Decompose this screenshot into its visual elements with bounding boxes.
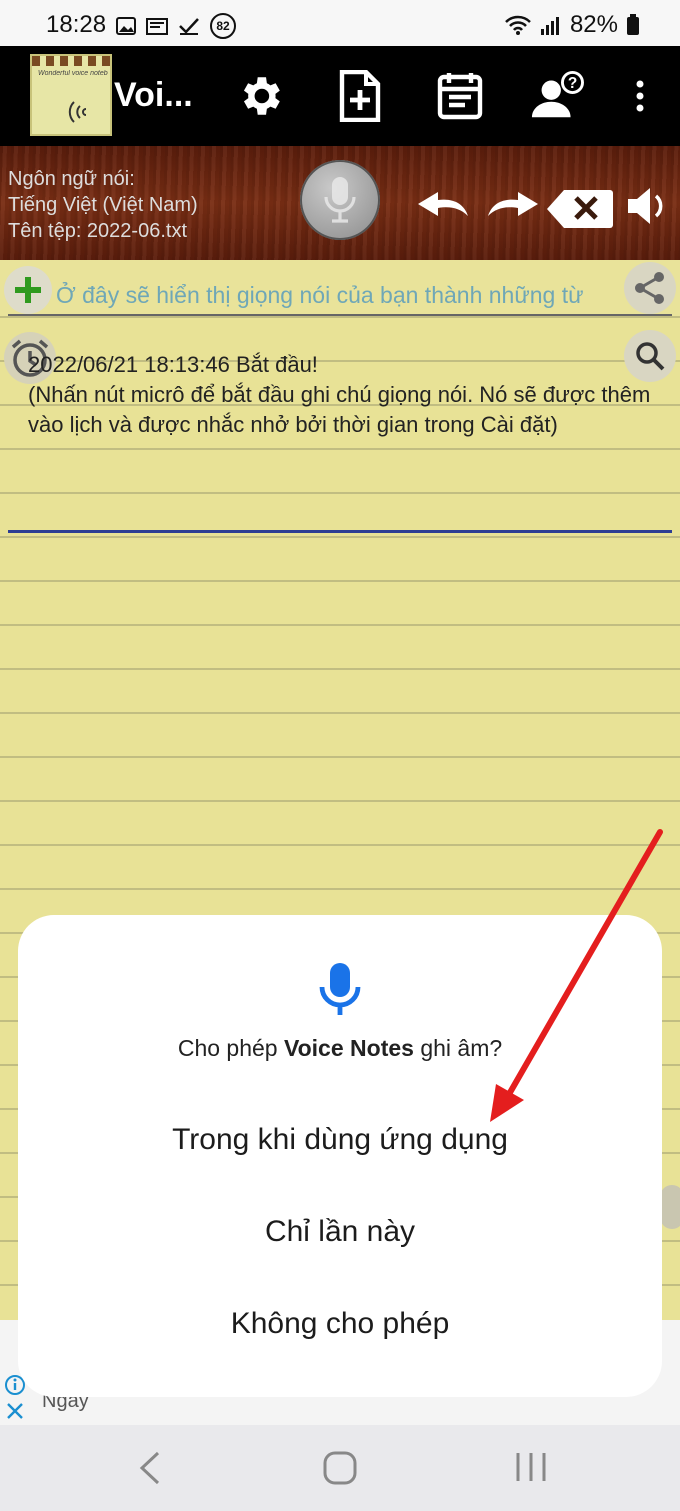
user-help-icon: ?	[531, 70, 584, 118]
redo-icon	[488, 192, 538, 216]
share-icon	[635, 272, 664, 304]
back-nav-icon[interactable]	[138, 1451, 162, 1485]
account-help-button[interactable]: ?	[530, 70, 586, 122]
wifi-icon	[505, 15, 531, 35]
app-title: Voi...	[114, 76, 193, 114]
speaker-button[interactable]	[626, 186, 668, 231]
undo-button[interactable]	[414, 182, 474, 227]
status-time: 18:28	[46, 11, 107, 38]
note-timestamp-line: 2022/06/21 18:13:46 Bắt đầu!	[28, 352, 318, 377]
note-divider	[8, 530, 672, 533]
ad-close-icon[interactable]	[6, 1402, 24, 1420]
app-notification-icon	[146, 18, 168, 35]
notification-count-badge: 82	[210, 13, 236, 39]
new-file-button[interactable]	[332, 70, 388, 122]
clear-button[interactable]	[546, 188, 614, 235]
spoken-language-label: Ngôn ngữ nói:	[8, 168, 135, 190]
voice-control-panel: Ngôn ngữ nói: Tiếng Việt (Việt Nam) Tên …	[0, 146, 680, 260]
microphone-icon	[324, 177, 356, 223]
settings-button[interactable]	[232, 70, 288, 122]
calendar-button[interactable]	[432, 70, 488, 122]
spoken-language-value: Tiếng Việt (Việt Nam)	[8, 194, 198, 216]
dialog-app-name: Voice Notes	[283, 1035, 414, 1061]
language-info[interactable]: Ngôn ngữ nói: Tiếng Việt (Việt Nam) Tên …	[8, 166, 198, 244]
backspace-icon	[547, 190, 613, 228]
gallery-icon	[116, 17, 136, 35]
record-mic-button[interactable]	[300, 160, 380, 240]
overflow-menu-button[interactable]	[614, 70, 666, 122]
battery-percent: 82%	[569, 11, 618, 38]
svg-text:?: ?	[568, 75, 577, 92]
app-logo-text: Wonderful voice notebook	[38, 70, 108, 77]
side-handle[interactable]	[660, 1185, 680, 1229]
allow-while-using-button[interactable]: Trong khi dùng ứng dụng	[18, 1123, 662, 1157]
undo-icon	[418, 192, 468, 216]
speech-input-row: Ở đây sẽ hiển thị giọng nói của bạn thàn…	[0, 260, 680, 316]
voice-waves-icon	[68, 101, 87, 123]
share-button[interactable]	[624, 262, 676, 314]
status-notification-icons: 82	[116, 13, 236, 39]
app-bar: Wonderful voice notebook Voi... ?	[0, 46, 680, 146]
add-file-icon	[339, 70, 381, 122]
calendar-icon	[437, 73, 483, 120]
home-nav-icon[interactable]	[322, 1450, 358, 1486]
redo-button[interactable]	[482, 182, 542, 227]
battery-icon	[627, 14, 639, 35]
permission-dialog: Cho phép Voice Notes ghi âm? Trong khi d…	[18, 915, 662, 1397]
recents-nav-icon[interactable]	[514, 1451, 548, 1483]
note-instructions: (Nhấn nút micrô để bắt đầu ghi chú giọng…	[28, 382, 651, 437]
add-button[interactable]	[4, 266, 52, 314]
file-name-label: Tên tệp: 2022-06.txt	[8, 220, 188, 242]
signal-icon	[540, 17, 559, 35]
speaker-icon	[628, 188, 663, 224]
plus-icon	[15, 277, 41, 303]
check-icon	[179, 18, 199, 35]
speech-text-field[interactable]: Ở đây sẽ hiển thị giọng nói của bạn thàn…	[56, 282, 616, 309]
system-nav-bar	[0, 1425, 680, 1511]
allow-once-button[interactable]: Chỉ lần này	[18, 1215, 662, 1249]
note-text[interactable]: 2022/06/21 18:13:46 Bắt đầu! (Nhấn nút m…	[28, 350, 668, 440]
status-bar: 18:28 82 82%	[0, 0, 680, 46]
more-vert-icon	[636, 80, 644, 112]
deny-button[interactable]: Không cho phép	[18, 1307, 662, 1341]
app-logo-icon[interactable]: Wonderful voice notebook	[30, 54, 112, 136]
gear-icon	[243, 77, 280, 115]
microphone-icon	[319, 963, 361, 1015]
dialog-title: Cho phép Voice Notes ghi âm?	[177, 1035, 503, 1061]
